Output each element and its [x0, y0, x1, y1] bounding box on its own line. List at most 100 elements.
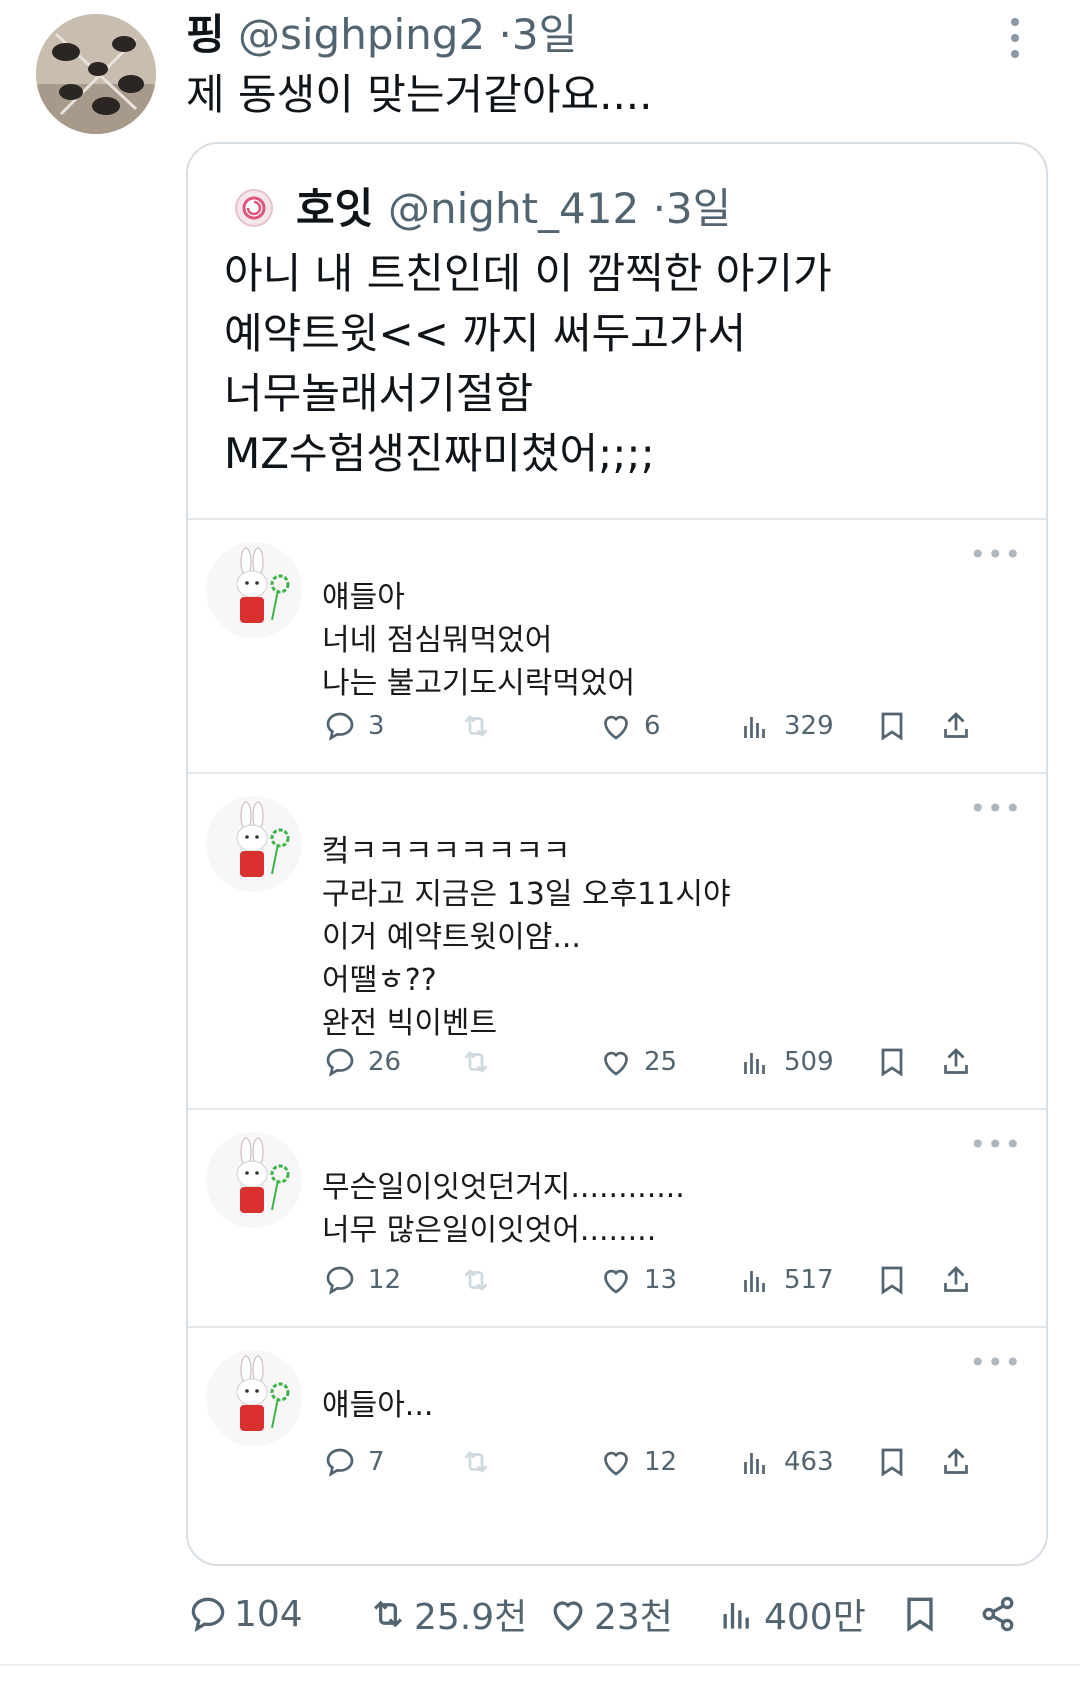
embedded-reply[interactable]: ••• 얘들아 너네 점심뭐먹었어 나는 불고기도시락먹었어 3 6 329 [188, 518, 1046, 772]
views-button[interactable]: 329 [738, 706, 834, 746]
reply-button[interactable]: 3 [322, 706, 385, 746]
views-button[interactable]: 517 [738, 1260, 834, 1300]
retweet-icon [464, 1269, 488, 1291]
share-button[interactable] [938, 1042, 984, 1082]
retweet-button[interactable] [458, 1260, 504, 1300]
reply-text-line: 얘들아... [322, 1388, 434, 1423]
reply-text: 컼ㅋㅋㅋㅋㅋㅋㅋㅋ 구라고 지금은 13일 오후11시야 이거 예약트윗이얌..… [322, 830, 731, 1045]
quoted-text-line: MZ수험생진짜미쳤어;;;; [224, 429, 655, 478]
reply-text-line: 어땔ㅎ?? [322, 963, 437, 998]
like-count: 13 [644, 1265, 678, 1295]
quoted-text-line: 너무놀래서기절함 [224, 369, 534, 418]
bunny-avatar[interactable] [206, 1132, 302, 1228]
quoted-text-line: 예약트윗<< 까지 써두고가서 [224, 309, 747, 358]
tweet-time[interactable]: 3일 [512, 10, 577, 59]
quoted-meta: @night_412 ·3일 [388, 182, 731, 236]
share-button[interactable] [938, 1442, 984, 1482]
reply-text: 얘들아... [322, 1384, 433, 1427]
retweet-button[interactable] [458, 706, 504, 746]
tweet-text: 제 동생이 맞는거같아요.... [186, 70, 653, 119]
bookmark-button[interactable] [874, 706, 920, 746]
quoted-time[interactable]: 3일 [666, 184, 731, 233]
views-count: 400만 [764, 1597, 866, 1638]
reply-actions: 26 25 509 [322, 1042, 1022, 1082]
embedded-reply[interactable]: ••• 무슨일이잇엇던거지............ 너무 많은일이잇엇어....… [188, 1108, 1046, 1326]
more-options-icon[interactable] [1008, 18, 1022, 60]
share-button[interactable] [938, 706, 984, 746]
bunny-image [236, 801, 290, 877]
retweet-count: 25.9천 [414, 1597, 528, 1638]
quoted-text-line: 아니 내 트친인데 이 깜찍한 아기가 [224, 249, 832, 298]
reply-count: 26 [368, 1047, 402, 1077]
retweet-button[interactable] [458, 1042, 504, 1082]
quoted-author-avatar[interactable] [234, 188, 274, 228]
views-button[interactable]: 463 [738, 1442, 834, 1482]
quoted-tweet[interactable]: 호잇 @night_412 ·3일 아니 내 트친인데 이 깜찍한 아기가 예약… [186, 142, 1048, 1566]
views-button[interactable]: 400만 [716, 1584, 866, 1644]
embedded-reply[interactable]: ••• 얘들아... 7 12 463 [188, 1326, 1046, 1564]
tweet-actions: 104 25.9천 23천 400만 [186, 1584, 1046, 1644]
retweet-button[interactable] [458, 1442, 504, 1482]
author-name[interactable]: 핑 [186, 10, 225, 59]
bookmark-button[interactable] [874, 1442, 920, 1482]
reply-text-line: 너네 점심뭐먹었어 [322, 623, 553, 658]
views-button[interactable]: 509 [738, 1042, 834, 1082]
bookmark-button[interactable] [874, 1260, 920, 1300]
reply-icon [191, 1597, 225, 1633]
more-options-icon[interactable]: ••• [969, 1346, 1022, 1379]
reply-button[interactable]: 7 [322, 1442, 385, 1482]
like-icon [604, 1451, 628, 1476]
reply-button[interactable]: 26 [322, 1042, 401, 1082]
author-avatar[interactable] [36, 14, 156, 134]
views-icon [744, 717, 765, 738]
reply-text-line: 무슨일이잇엇던거지............ [322, 1170, 685, 1205]
reply-button[interactable]: 12 [322, 1260, 401, 1300]
reply-text-line: 너무 많은일이잇엇어........ [322, 1213, 657, 1248]
bookmark-button[interactable] [874, 1042, 920, 1082]
like-button[interactable]: 12 [598, 1442, 677, 1482]
share-button[interactable] [976, 1584, 1024, 1644]
like-icon [553, 1601, 583, 1631]
bookmark-icon [907, 1597, 933, 1632]
views-count: 463 [784, 1447, 834, 1477]
quoted-author-name[interactable]: 호잇 [296, 182, 373, 236]
views-icon [744, 1271, 765, 1292]
separator-dot: · [652, 184, 666, 233]
bookmark-icon [881, 712, 903, 741]
reply-text-line: 얘들아 [322, 580, 405, 615]
like-button[interactable]: 13 [598, 1260, 677, 1300]
share-button[interactable] [938, 1260, 984, 1300]
retweet-icon [464, 1451, 488, 1473]
bunny-image [236, 1355, 290, 1431]
quoted-author-handle[interactable]: @night_412 [388, 184, 639, 233]
like-icon [604, 1051, 628, 1076]
bunny-avatar[interactable] [206, 796, 302, 892]
like-button[interactable]: 6 [598, 706, 661, 746]
divider [0, 1664, 1080, 1666]
more-options-icon[interactable]: ••• [969, 1128, 1022, 1161]
views-icon [723, 1603, 749, 1629]
reply-text: 무슨일이잇엇던거지............ 너무 많은일이잇엇어........ [322, 1166, 685, 1252]
views-icon [744, 1053, 765, 1074]
like-icon [604, 1269, 628, 1294]
like-count: 12 [644, 1447, 678, 1477]
bookmark-icon [881, 1448, 903, 1477]
more-options-icon[interactable]: ••• [969, 538, 1022, 571]
reply-actions: 7 12 463 [322, 1442, 1022, 1482]
bookmark-button[interactable] [898, 1584, 946, 1644]
retweet-button[interactable]: 25.9천 [366, 1584, 527, 1644]
share-icon [944, 1266, 968, 1292]
share-icon [944, 1048, 968, 1074]
bunny-avatar[interactable] [206, 542, 302, 638]
bunny-avatar[interactable] [206, 1350, 302, 1446]
embedded-reply[interactable]: ••• 컼ㅋㅋㅋㅋㅋㅋㅋㅋ 구라고 지금은 13일 오후11시야 이거 예약트윗… [188, 772, 1046, 1108]
like-button[interactable]: 23천 [546, 1584, 673, 1644]
reply-actions: 3 6 329 [322, 706, 1022, 746]
retweet-icon [464, 715, 488, 737]
like-button[interactable]: 25 [598, 1042, 677, 1082]
more-options-icon[interactable]: ••• [969, 792, 1022, 825]
views-count: 509 [784, 1047, 834, 1077]
author-handle[interactable]: @sighping2 [238, 10, 485, 59]
bunny-image [236, 1137, 290, 1213]
reply-button[interactable]: 104 [186, 1584, 303, 1644]
